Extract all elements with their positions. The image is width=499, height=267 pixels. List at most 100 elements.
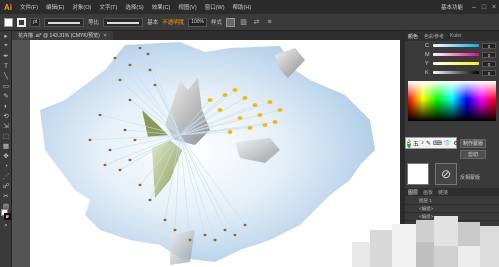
tool-button-3[interactable]: T xyxy=(0,61,12,71)
tool-button-14[interactable]: ⋰ xyxy=(0,171,12,181)
menu-help[interactable]: 帮助(H) xyxy=(233,3,252,11)
anther-brown xyxy=(123,128,127,132)
object-thumbnail[interactable] xyxy=(407,163,429,185)
document-tab[interactable]: 花卉描 .ai* @ 143.31% (CMYK/预览) × xyxy=(12,31,113,40)
tool-button-11[interactable]: ▦ xyxy=(0,141,12,151)
ime-keyboard-icon[interactable]: ⌨ xyxy=(433,140,442,147)
tool-button-12[interactable]: ✥ xyxy=(0,151,12,161)
anther-brown xyxy=(146,52,150,56)
make-mask-button[interactable]: 制作蒙版 xyxy=(460,139,486,148)
slider-value-input[interactable]: 0 xyxy=(482,69,496,76)
stroke-profile-label: 等比 xyxy=(88,20,100,26)
ime-mode-icon[interactable]: 五 xyxy=(413,139,419,148)
menu-type[interactable]: 文字(T) xyxy=(99,3,117,11)
anther-brown xyxy=(203,233,207,237)
tool-button-10[interactable]: ⬚ xyxy=(0,131,12,141)
style-label: 样式 xyxy=(211,20,223,26)
anther-brown xyxy=(223,228,227,232)
petals-shape xyxy=(40,42,375,262)
anther-brown xyxy=(133,138,137,142)
anther-yellow xyxy=(237,116,243,120)
arrange-icon[interactable]: ≡ xyxy=(265,18,274,27)
layers-panel-tabs: 图层 画板 链接 xyxy=(405,188,499,196)
app-logo: Ai xyxy=(4,2,12,12)
anther-yellow xyxy=(242,96,248,100)
slider-value-input[interactable]: 0 xyxy=(482,42,496,49)
menu-effect[interactable]: 效果(C) xyxy=(152,3,171,11)
layer-row[interactable]: 图层 1 xyxy=(405,197,499,205)
slider-value-input[interactable]: 0 xyxy=(482,51,496,58)
anther-brown xyxy=(243,223,247,227)
anther-yellow xyxy=(207,98,213,102)
tool-button-2[interactable]: ✒ xyxy=(0,51,12,61)
transparency-thumbnails: ⊘ xyxy=(407,163,457,185)
stroke-weight-input[interactable]: pt xyxy=(30,17,41,27)
clip-button[interactable]: 剪切 xyxy=(460,150,486,159)
align-icon[interactable]: ▥ xyxy=(239,18,248,27)
tool-button-19[interactable]: ⌕ xyxy=(0,221,12,231)
menu-file[interactable]: 文件(F) xyxy=(20,3,38,11)
stroke-profile-dropdown[interactable] xyxy=(44,17,85,27)
tab-color-guide[interactable]: 色彩参考 xyxy=(424,33,444,40)
anther-yellow xyxy=(227,130,233,134)
stroke-swatch[interactable] xyxy=(17,17,26,27)
opacity-input[interactable]: 100% xyxy=(188,17,208,27)
transform-icon[interactable]: ⇄ xyxy=(252,18,261,27)
style-swatch[interactable] xyxy=(226,17,236,27)
no-mask-icon[interactable]: ⊘ xyxy=(435,163,457,185)
tool-button-9[interactable]: ⇲ xyxy=(0,121,12,131)
tool-button-5[interactable]: ▭ xyxy=(0,81,12,91)
fill-stroke-widget[interactable] xyxy=(1,209,12,221)
tool-button-7[interactable]: ◐ xyxy=(0,101,12,111)
minimize-button[interactable]: – xyxy=(469,4,479,11)
slider-track[interactable] xyxy=(433,44,479,47)
ime-skin-icon[interactable]: 👕 xyxy=(444,140,451,147)
document-tab-close-icon[interactable]: × xyxy=(104,33,107,39)
flower-artwork[interactable] xyxy=(30,40,400,267)
brush-dropdown[interactable] xyxy=(103,17,144,27)
tool-button-4[interactable]: ╲ xyxy=(0,71,12,81)
tab-artboards[interactable]: 画板 xyxy=(423,189,433,196)
menu-edit[interactable]: 编辑(E) xyxy=(46,3,64,11)
close-window-button[interactable]: × xyxy=(489,4,499,11)
tool-button-16[interactable]: ✂ xyxy=(0,191,12,201)
layer-row[interactable]: <编组> xyxy=(405,205,499,213)
tool-button-8[interactable]: ⟲ xyxy=(0,111,12,121)
tool-button-6[interactable]: ✎ xyxy=(0,91,12,101)
tab-layers[interactable]: 图层 xyxy=(408,189,418,196)
tool-button-13[interactable]: ◔ xyxy=(0,161,12,171)
anther-brown xyxy=(148,68,152,72)
maximize-button[interactable]: □ xyxy=(479,4,489,11)
ime-handwrite-icon[interactable]: ✎ xyxy=(426,140,431,147)
tool-button-1[interactable]: ⌖ xyxy=(0,41,12,51)
slider-track[interactable] xyxy=(433,71,479,74)
workspace-switcher[interactable]: 基本功能 xyxy=(441,3,463,11)
tool-button-0[interactable]: ▸ xyxy=(0,31,12,41)
ime-logo-icon[interactable]: S xyxy=(407,138,412,148)
tool-button-15[interactable]: ☍ xyxy=(0,181,12,191)
grey-petal-bottom xyxy=(170,230,195,265)
anther-yellow xyxy=(277,108,283,112)
menu-view[interactable]: 视图(V) xyxy=(178,3,196,11)
tab-links[interactable]: 链接 xyxy=(438,189,448,196)
anther-brown xyxy=(148,198,152,202)
fill-swatch[interactable] xyxy=(4,17,13,27)
color-spectrum[interactable] xyxy=(408,81,496,121)
menu-window[interactable]: 窗口(W) xyxy=(205,3,225,11)
slider-track[interactable] xyxy=(433,62,479,65)
slider-value-input[interactable]: 0 xyxy=(482,60,496,67)
tab-kuler[interactable]: Kuler xyxy=(450,33,462,39)
stroke-color-box[interactable] xyxy=(4,213,11,220)
anther-brown xyxy=(138,46,142,50)
anther-yellow xyxy=(247,126,253,130)
invert-mask-checkbox[interactable]: 反相蒙版 xyxy=(460,174,480,181)
ime-voice-icon[interactable]: ♪ xyxy=(421,140,424,146)
menu-bar: Ai 文件(F) 编辑(E) 对象(O) 文字(T) 选择(S) 效果(C) 视… xyxy=(0,0,499,14)
menu-object[interactable]: 对象(O) xyxy=(72,3,91,11)
brush-label: 基本 xyxy=(147,20,159,26)
opacity-label[interactable]: 不透明度 xyxy=(162,18,184,26)
slider-track[interactable] xyxy=(433,53,479,56)
tab-color[interactable]: 颜色 xyxy=(408,33,418,40)
menu-select[interactable]: 选择(S) xyxy=(125,3,143,11)
anther-brown xyxy=(128,98,132,102)
